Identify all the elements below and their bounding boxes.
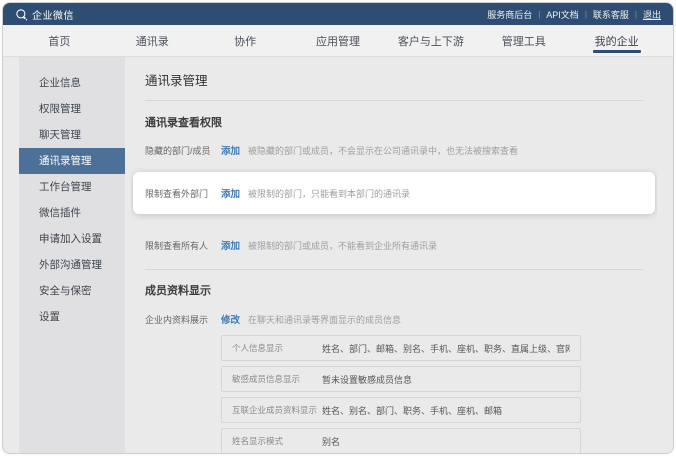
settings-row: 隐藏的部门/成员 添加 被隐藏的部门或成员，不会显示在公司通讯录中，也无法被搜索查看 [145, 143, 643, 158]
primary-nav: 首页 通讯录 协作 应用管理 客户与上下游 管理工具 我的企业 [3, 25, 673, 57]
section-heading-profile-display: 成员资料显示 [145, 285, 211, 297]
setting-label: 限制查看所有人 [145, 240, 209, 251]
view-permission-rows: 隐藏的部门/成员 添加 被隐藏的部门或成员，不会显示在公司通讯录中，也无法被搜索查看… [133, 143, 655, 253]
field-label: 姓名显示模式 [232, 436, 284, 446]
action-link[interactable]: 添加 [221, 238, 240, 252]
setting-label: 隐藏的部门/成员 [145, 145, 211, 156]
settings-row: 限制查看外部门 添加 被限制的部门，只能看到本部门的通讯录 [145, 186, 643, 201]
topbar-link[interactable]: 联系客服 [593, 8, 629, 21]
setting-description: 被隐藏的部门或成员，不会显示在公司通讯录中，也无法被搜索查看 [248, 145, 519, 156]
profile-field-row: 姓名显示模式 别名 [221, 428, 581, 453]
setting-label: 限制查看外部门 [145, 188, 209, 199]
sidebar-item[interactable]: 通讯录管理 [19, 148, 125, 174]
field-label: 互联企业成员资料显示 [232, 405, 318, 415]
settings-row: 企业内资料展示 修改 在聊天和通讯录等界面显示的成员信息 [145, 312, 643, 327]
topbar-link[interactable]: 服务商后台 [487, 8, 532, 21]
setting-label: 企业内资料展示 [145, 314, 209, 325]
section-heading-view-permission: 通讯录查看权限 [145, 117, 222, 129]
nav-tab[interactable]: 我的企业 [570, 25, 663, 56]
sidebar: 企业信息 权限管理 聊天管理 通讯录管理 工作台管理 微信插件 申请加入设置 外部沟通管理 安全… [19, 57, 125, 453]
sidebar-item[interactable]: 外部沟通管理 [19, 252, 125, 278]
sidebar-item[interactable]: 安全与保密 [19, 278, 125, 304]
field-value: 别名 [322, 436, 341, 447]
topbar-link[interactable]: 退出 [643, 8, 661, 21]
field-label: 个人信息显示 [232, 343, 284, 353]
action-link[interactable]: 添加 [221, 186, 240, 200]
highlighted-setting-card: 限制查看外部门 添加 被限制的部门，只能看到本部门的通讯录 [133, 172, 655, 214]
main-content: 通讯录管理 通讯录查看权限 隐藏的部门/成员 添加 被隐藏的部门或成员，不会显示在公… [131, 57, 657, 453]
action-link[interactable]: 添加 [221, 143, 240, 157]
nav-tab[interactable]: 首页 [13, 25, 106, 56]
field-label: 敏感成员信息显示 [232, 374, 301, 384]
wechat-work-logo-icon [15, 8, 28, 21]
profile-fields-table: 个人信息显示 姓名、部门、邮箱、别名、手机、座机、职务、直属上级、官网、测... 敏… [221, 335, 581, 453]
settings-row: 限制查看所有人 添加 被限制的部门或成员，不能看到企业所有通讯录 [145, 238, 643, 253]
sidebar-item[interactable]: 申请加入设置 [19, 226, 125, 252]
sidebar-item[interactable]: 工作台管理 [19, 174, 125, 200]
sidebar-item[interactable]: 聊天管理 [19, 122, 125, 148]
topbar-link-separator: | [634, 9, 637, 19]
topbar-link-separator: | [538, 9, 541, 19]
profile-display-rows: 企业内资料展示 修改 在聊天和通讯录等界面显示的成员信息 [145, 312, 643, 327]
setting-description: 被限制的部门或成员，不能看到企业所有通讯录 [248, 240, 438, 251]
sidebar-item[interactable]: 设置 [19, 304, 125, 330]
sidebar-item[interactable]: 微信插件 [19, 200, 125, 226]
profile-field-row: 敏感成员信息显示 暂未设置敏感成员信息 [221, 366, 581, 392]
brand: 企业微信 [15, 7, 74, 22]
admin-console-window: 企业微信 服务商后台 | API文档 | 联系客服 | 退出 首页 通讯录 协作 应用管理 客户与上… [2, 2, 674, 454]
nav-tab[interactable]: 客户与上下游 [384, 25, 477, 56]
section-divider [145, 269, 643, 270]
profile-field-row: 互联企业成员资料显示 姓名、别名、部门、职务、手机、座机、邮箱 [221, 397, 581, 423]
nav-tab[interactable]: 管理工具 [477, 25, 570, 56]
brand-name: 企业微信 [32, 10, 74, 22]
setting-description: 被限制的部门，只能看到本部门的通讯录 [248, 188, 411, 199]
field-value: 暂未设置敏感成员信息 [322, 374, 413, 385]
field-value: 姓名、部门、邮箱、别名、手机、座机、职务、直属上级、官网、测... [322, 343, 570, 354]
sidebar-item[interactable]: 企业信息 [19, 70, 125, 96]
action-link[interactable]: 修改 [221, 312, 240, 326]
sidebar-item[interactable]: 权限管理 [19, 96, 125, 122]
topbar: 企业微信 服务商后台 | API文档 | 联系客服 | 退出 [3, 3, 673, 25]
nav-tab[interactable]: 应用管理 [292, 25, 385, 56]
field-value: 姓名、别名、部门、职务、手机、座机、邮箱 [322, 405, 503, 416]
topbar-link-separator: | [584, 9, 587, 19]
profile-field-row: 个人信息显示 姓名、部门、邮箱、别名、手机、座机、职务、直属上级、官网、测... [221, 335, 581, 361]
topbar-links: 服务商后台 | API文档 | 联系客服 | 退出 [487, 8, 661, 21]
nav-tab[interactable]: 协作 [199, 25, 292, 56]
setting-description: 在聊天和通讯录等界面显示的成员信息 [248, 314, 402, 325]
nav-tab[interactable]: 通讯录 [106, 25, 199, 56]
title-divider [145, 100, 643, 101]
page-title: 通讯录管理 [145, 74, 208, 88]
topbar-link[interactable]: API文档 [546, 8, 579, 21]
